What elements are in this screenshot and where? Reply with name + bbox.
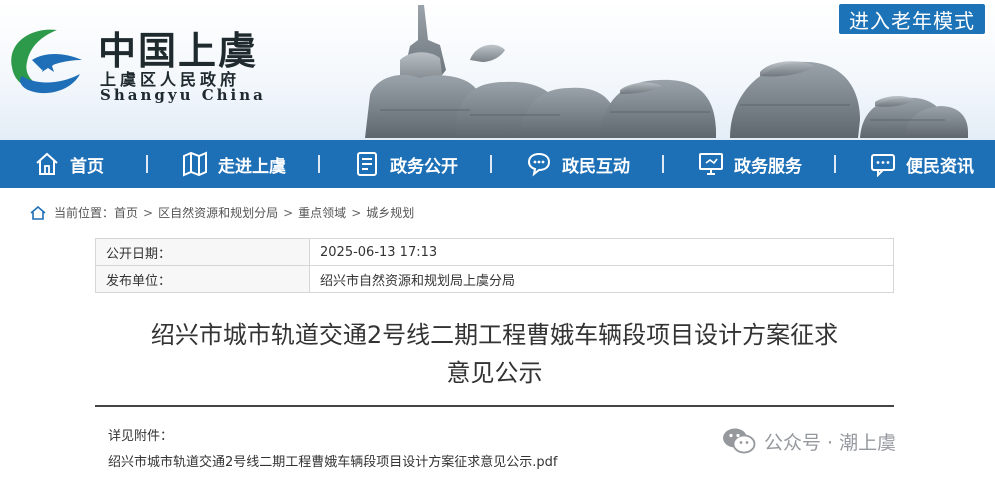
- table-row: 发布单位： 绍兴市自然资源和规划局上虞分局: [95, 265, 894, 293]
- page-title-line: 绍兴市城市轨道交通2号线二期工程曹娥车辆段项目设计方案征求: [150, 321, 839, 349]
- nav-item-about[interactable]: 走进上虞: [182, 140, 286, 188]
- wechat-icon: [723, 428, 756, 454]
- table-row: 公开日期： 2025-06-13 17:13: [95, 238, 894, 266]
- breadcrumb-item[interactable]: 首页: [114, 204, 138, 221]
- nav-item-news[interactable]: 便民资讯: [870, 140, 974, 188]
- nav-label-gov-info: 政务公开: [390, 156, 458, 177]
- home-icon: [36, 152, 58, 175]
- nav-item-services[interactable]: 政务服务: [698, 140, 802, 188]
- nav-item-gov-info[interactable]: 政务公开: [354, 140, 458, 188]
- nav-label-about: 走进上虞: [218, 156, 286, 177]
- watermark: 公众号 · 潮上虞: [722, 427, 896, 455]
- elder-mode-button[interactable]: 进入老年模式: [837, 2, 987, 36]
- info-value: 2025-06-13 17:13: [309, 238, 894, 266]
- info-table: 公开日期： 2025-06-13 17:13 发布单位： 绍兴市自然资源和规划局…: [95, 238, 894, 293]
- breadcrumb-prefix: 当前位置：: [54, 206, 115, 220]
- nav-divider: [490, 155, 492, 173]
- info-key: 发布单位：: [95, 265, 310, 293]
- breadcrumb-separator: >: [283, 205, 294, 220]
- map-icon: [183, 151, 207, 177]
- header-banner: 中国上虞 上虞区人民政府 Shangyu China 进入老年模式: [0, 0, 995, 140]
- breadcrumb-separator: >: [143, 205, 154, 220]
- attachment-link[interactable]: 绍兴市城市轨道交通2号线二期工程曹娥车辆段项目设计方案征求意见公示.pdf: [108, 451, 557, 470]
- logo-english: Shangyu China: [100, 86, 266, 104]
- title-divider: [95, 405, 894, 407]
- info-value: 绍兴市自然资源和规划局上虞分局: [309, 265, 894, 293]
- nav-divider: [146, 155, 148, 173]
- chat-icon: [527, 152, 551, 177]
- nav-label-news: 便民资讯: [906, 156, 974, 177]
- main-nav: 首页 走进上虞 政务公开 政民互动 政务服务 便民资讯: [0, 140, 995, 188]
- breadcrumb-item[interactable]: 城乡规划: [366, 204, 414, 221]
- page-title-line: 意见公示: [446, 359, 543, 387]
- watermark-text: 公众号 · 潮上虞: [764, 431, 897, 454]
- info-key: 公开日期：: [95, 238, 310, 266]
- nav-divider: [662, 155, 664, 173]
- nav-label-home: 首页: [70, 156, 104, 177]
- nav-item-interaction[interactable]: 政民互动: [526, 140, 630, 188]
- info-chat-icon: [871, 154, 895, 177]
- nav-divider: [834, 155, 836, 173]
- breadcrumb-item[interactable]: 重点领域: [298, 204, 346, 221]
- site-logo[interactable]: 中国上虞 上虞区人民政府 Shangyu China: [0, 12, 310, 112]
- breadcrumb: 当前位置： 首页 > 区自然资源和规划分局 > 重点领域 > 城乡规划: [30, 204, 414, 221]
- page-title: 绍兴市城市轨道交通2号线二期工程曹娥车辆段项目设计方案征求 意见公示: [95, 316, 894, 392]
- home-icon: [30, 205, 46, 220]
- nav-item-home[interactable]: 首页: [34, 140, 104, 188]
- breadcrumb-separator: >: [351, 205, 362, 220]
- emblem-icon: [11, 29, 82, 94]
- nav-label-interaction: 政民互动: [562, 156, 630, 177]
- breadcrumb-item[interactable]: 区自然资源和规划分局: [158, 204, 278, 221]
- nav-label-services: 政务服务: [734, 156, 802, 177]
- nav-divider: [318, 155, 320, 173]
- attachments-label: 详见附件：: [108, 429, 174, 444]
- document-icon: [357, 152, 377, 176]
- monitor-icon: [699, 153, 723, 175]
